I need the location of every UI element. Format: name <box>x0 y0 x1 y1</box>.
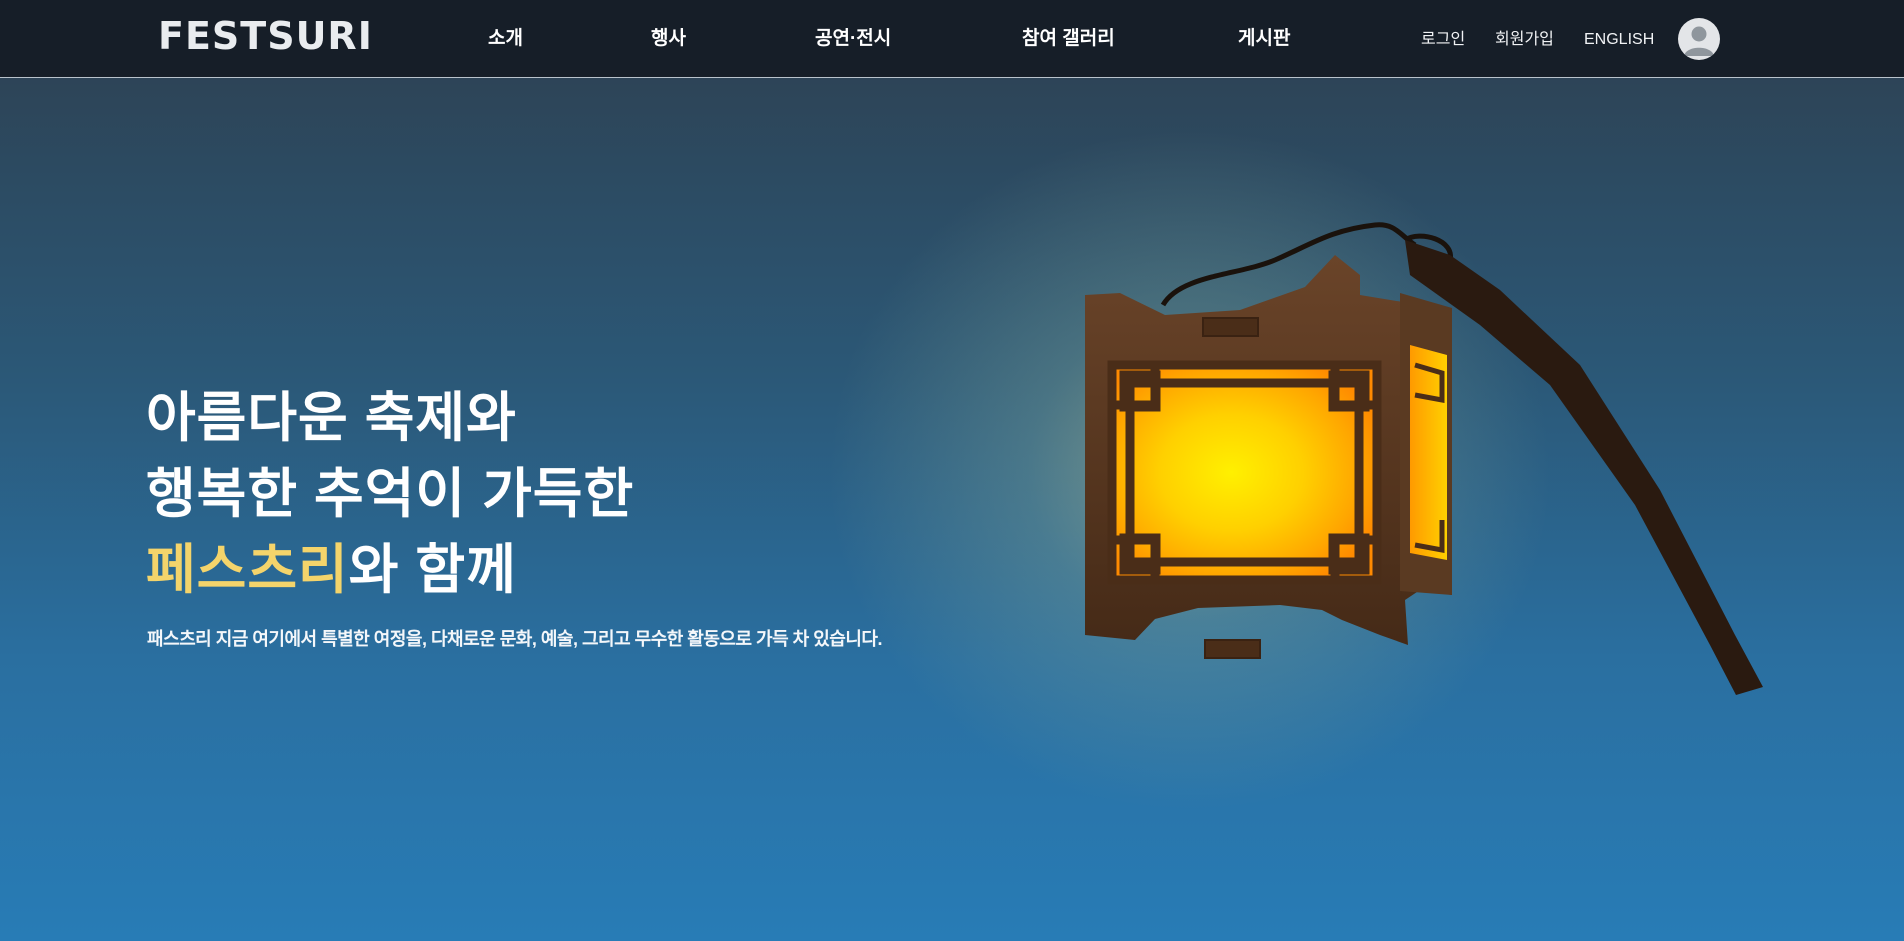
site-header: FESTSURI 소개 행사 공연·전시 참여 갤러리 게시판 로그인 회원가입… <box>0 0 1904 78</box>
hero-title-rest: 와 함께 <box>348 540 517 600</box>
hero-title-line-1: 아름다운 축제와 <box>146 388 517 448</box>
language-link[interactable]: ENGLISH <box>1584 29 1654 51</box>
user-silhouette-icon <box>1684 26 1714 56</box>
hero-title-line-2: 행복한 추억이 가득한 <box>146 464 635 524</box>
signup-link[interactable]: 회원가입 <box>1495 29 1554 51</box>
lantern-illustration <box>1085 222 1763 695</box>
user-avatar-icon[interactable] <box>1678 18 1720 60</box>
nav-item-gallery[interactable]: 참여 갤러리 <box>1022 27 1115 51</box>
hero-title-highlight: 페스츠리 <box>146 540 349 600</box>
nav-item-performance[interactable]: 공연·전시 <box>815 27 891 51</box>
hero-subtitle: 패스츠리 지금 여기에서 특별한 여정을, 다채로운 문화, 예술, 그리고 무… <box>147 629 882 649</box>
site-logo[interactable]: FESTSURI <box>158 14 373 58</box>
nav-item-events[interactable]: 행사 <box>651 27 686 51</box>
login-link[interactable]: 로그인 <box>1421 29 1465 51</box>
page: FESTSURI 소개 행사 공연·전시 참여 갤러리 게시판 로그인 회원가입… <box>0 0 1904 941</box>
hero-title-line-3: 페스츠리와 함께 <box>146 538 517 602</box>
nav-item-about[interactable]: 소개 <box>488 27 523 51</box>
nav-item-board[interactable]: 게시판 <box>1238 27 1290 51</box>
